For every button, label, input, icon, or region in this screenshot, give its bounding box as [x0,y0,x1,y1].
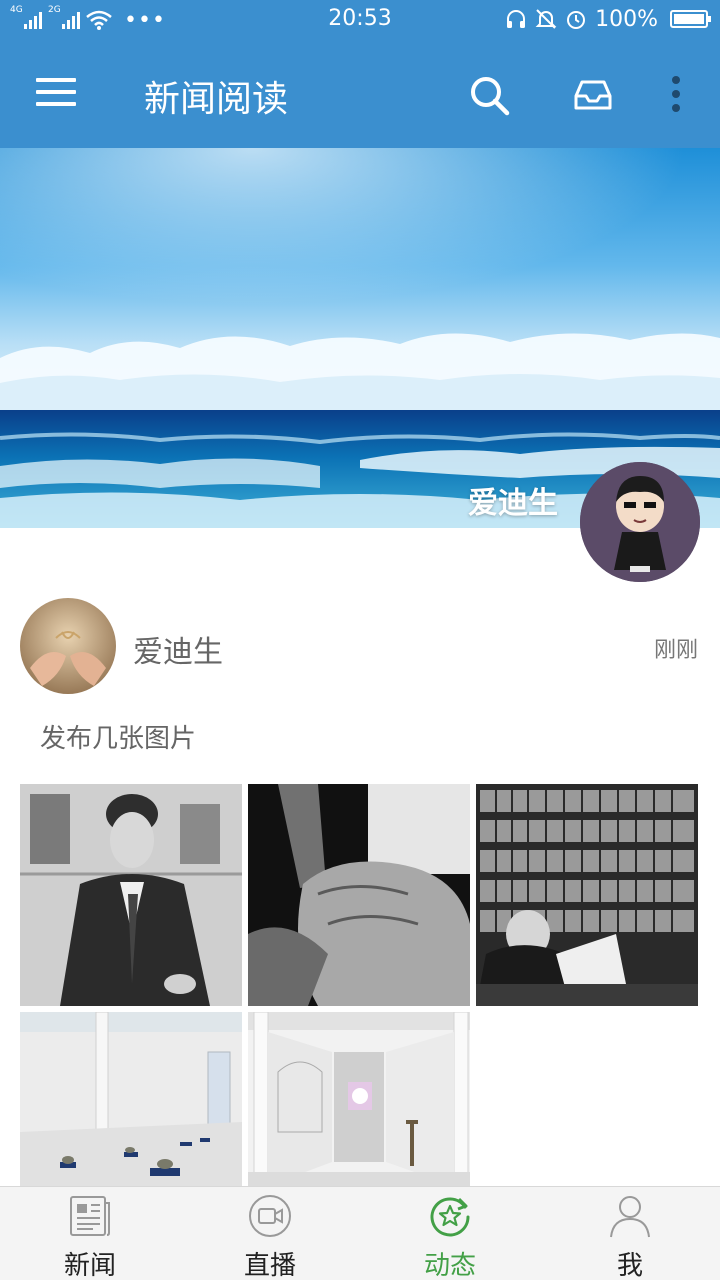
nav-item-news[interactable]: 新闻 [0,1187,180,1280]
nav-item-me[interactable]: 我 [540,1187,720,1280]
post-photo[interactable] [20,784,242,1006]
inbox-icon[interactable] [572,74,614,116]
mute-bell-icon [535,9,557,29]
battery-icon [670,10,711,28]
video-camera-icon [249,1195,291,1237]
toolbar: 新闻阅读 [0,40,720,148]
post-timestamp: 刚刚 [653,638,698,663]
post-photo[interactable] [20,1012,242,1186]
newspaper-icon [70,1196,110,1236]
nav-item-live[interactable]: 直播 [180,1187,360,1280]
post-author-name[interactable]: 爱迪生 [133,627,223,671]
status-right: 100% [505,4,711,34]
alarm-icon [567,11,586,29]
nav-label-feed: 动态 [423,1251,476,1280]
more-vertical-icon[interactable] [664,74,688,116]
battery-percent: 100% [595,6,658,32]
cover-avatar[interactable] [580,462,700,582]
headset-icon [507,10,526,28]
post-photo[interactable] [476,784,698,1006]
app-title: 新闻阅读 [144,79,289,120]
star-refresh-icon [430,1197,470,1237]
search-icon[interactable] [468,74,510,116]
post-photo[interactable] [248,784,470,1006]
status-bar: 4G 2G ••• 20:53 100% [0,0,720,40]
person-icon [610,1196,650,1238]
nav-label-news: 新闻 [63,1251,116,1280]
nav-item-feed[interactable]: 动态 [360,1187,540,1280]
app-header: 4G 2G ••• 20:53 100% 新闻阅读 [0,0,720,148]
menu-icon[interactable] [36,78,76,108]
nav-label-me: 我 [616,1251,643,1280]
cover-user-name: 爱迪生 [468,486,558,521]
post-author-avatar[interactable] [20,598,116,694]
bottom-nav: 新闻 直播 动态 我 [0,1186,720,1280]
post-text: 发布几张图片 [40,724,197,754]
nav-label-live: 直播 [243,1251,296,1280]
post-photo[interactable] [248,1012,470,1186]
